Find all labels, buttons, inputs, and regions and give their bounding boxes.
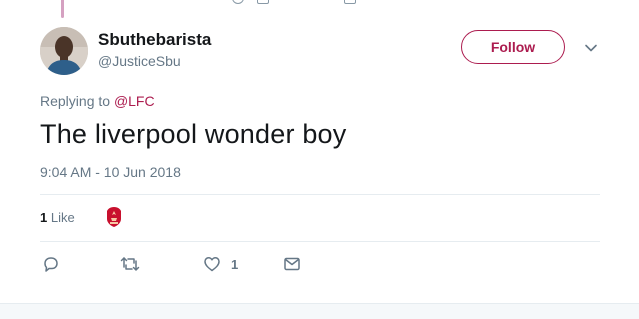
replying-to-mention-link[interactable]: @LFC [114,93,155,109]
retweet-button[interactable] [120,255,140,273]
conversation-thread-line [61,0,64,18]
reply-icon [44,257,58,272]
envelope-icon [284,257,300,271]
chevron-down-icon[interactable] [584,41,598,55]
avatar[interactable] [40,27,88,75]
reply-icon [232,0,244,4]
divider [40,194,600,195]
likes-label: Like [50,210,75,225]
author-display-name[interactable]: Sbuthebarista [98,30,211,50]
tweet-timestamp[interactable]: 9:04 AM - 10 Jun 2018 [40,164,181,180]
retweet-icon [120,257,140,271]
direct-message-button[interactable] [283,255,301,273]
replying-to: Replying to @LFC [40,93,155,109]
envelope-icon [344,0,356,4]
divider [40,241,600,242]
heart-icon [257,0,269,4]
heart-icon [204,257,220,272]
author-handle[interactable]: @JusticeSbu [98,53,181,69]
likes-summary[interactable]: 1 Like [40,210,75,225]
user-photo-icon [40,27,88,75]
replying-prefix: Replying to [40,93,111,109]
like-button[interactable]: 1 [203,255,238,273]
reply-button[interactable] [42,255,60,273]
timeline-footer [0,303,639,319]
tweet-text: The liverpool wonder boy [40,119,347,149]
like-count: 1 [231,256,239,272]
follow-button[interactable]: Follow [461,30,565,64]
likes-count: 1 [40,210,48,225]
lfc-crest-icon[interactable] [103,206,125,228]
